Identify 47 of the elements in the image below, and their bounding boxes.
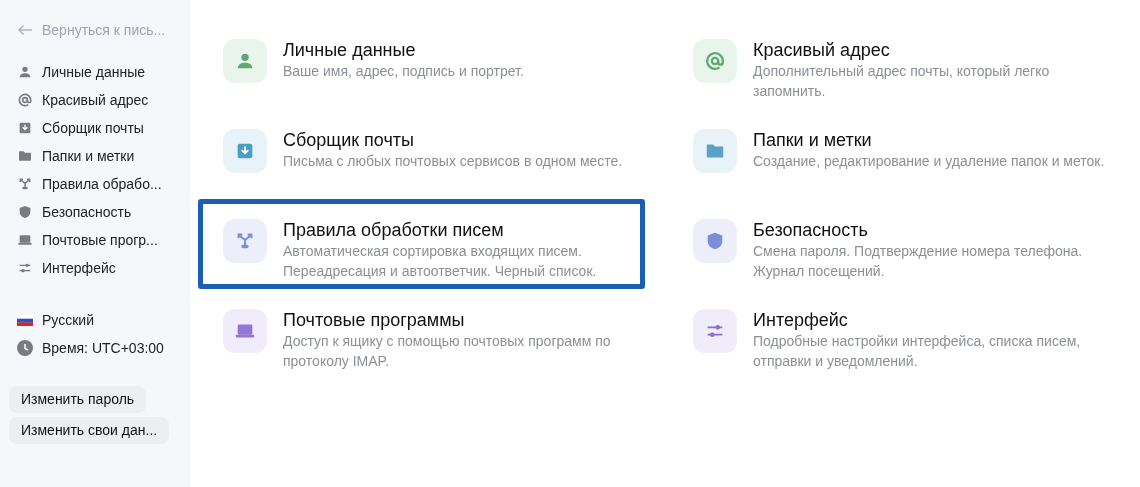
card-description: Создание, редактирование и удаление папок и меток. — [753, 152, 1106, 171]
card-title: Личные данные — [283, 39, 417, 61]
settings-card[interactable]: Безопасность Смена пароля. Подтверждение номера телефона. Журнал посещений. — [668, 199, 1115, 289]
card-description: Смена пароля. Подтверждение номера телефона. Журнал посещений. — [753, 242, 1084, 281]
laptop-icon — [17, 232, 33, 248]
inbox-download-icon — [17, 120, 33, 136]
card-title: Почтовые программы — [283, 309, 466, 331]
sidebar-item[interactable]: Папки и метки — [17, 142, 182, 170]
settings-card[interactable]: Интерфейс Подробные настройки интерфейса, списка писем, отправки и уведомлений. — [668, 289, 1115, 379]
settings-card[interactable]: Красивый адрес Дополнительный адрес почты, который легко запомнить. — [668, 19, 1115, 109]
sidebar-item[interactable]: Сборщик почты — [17, 114, 182, 142]
timezone-item[interactable]: Время: UTC+03:00 — [17, 334, 182, 362]
card-title: Безопасность — [753, 219, 869, 241]
clock-icon — [17, 340, 33, 356]
sidebar-item[interactable]: Интерфейс — [17, 254, 182, 282]
card-title: Сборщик почты — [283, 129, 415, 151]
settings-card[interactable]: Правила обработки писем Автоматическая сортировка входящих писем. Переадресация и автоответчик. Черный список. — [198, 199, 645, 289]
sidebar-button[interactable]: Изменить пароль — [9, 386, 147, 413]
sidebar-item[interactable]: Безопасность — [17, 198, 182, 226]
sidebar-item[interactable]: Личные данные — [17, 58, 182, 86]
at-sign-icon — [704, 50, 726, 72]
card-title: Красивый адрес — [753, 39, 891, 61]
settings-card[interactable]: Личные данные Ваше имя, адрес, подпись и портрет. — [198, 19, 645, 109]
folder-icon — [17, 148, 33, 164]
card-description: Дополнительный адрес почты, который легко запомнить. — [753, 62, 1051, 101]
language-item[interactable]: Русский — [17, 306, 182, 334]
person-icon — [17, 64, 33, 80]
settings-card[interactable]: Папки и метки Создание, редактирование и удаление папок и меток. — [668, 109, 1115, 199]
card-title: Правила обработки писем — [283, 219, 505, 241]
sidebar-item[interactable]: Почтовые прогр... — [17, 226, 182, 254]
back-arrow-icon — [17, 24, 33, 36]
card-description: Письма с любых почтовых сервисов в одном месте. — [283, 152, 624, 171]
at-sign-icon — [17, 92, 33, 108]
settings-card[interactable]: Сборщик почты Письма с любых почтовых сервисов в одном месте. — [198, 109, 645, 199]
card-title: Интерфейс — [753, 309, 849, 331]
shield-icon — [17, 204, 33, 220]
russian-flag-icon — [17, 314, 33, 326]
card-description: Доступ к ящику с помощью почтовых программ по протоколу IMAP. — [283, 332, 612, 371]
fork-arrows-icon — [17, 176, 33, 192]
card-description: Ваше имя, адрес, подпись и портрет. — [283, 62, 525, 81]
sidebar-item[interactable]: Правила обрабо... — [17, 170, 182, 198]
settings-card[interactable]: Почтовые программы Доступ к ящику с помощью почтовых программ по протоколу IMAP. — [198, 289, 645, 379]
sidebar-item[interactable]: Красивый адрес — [17, 86, 182, 114]
card-title: Папки и метки — [753, 129, 873, 151]
sidebar-button[interactable]: Изменить свои дан... — [9, 417, 170, 444]
card-description: Подробные настройки интерфейса, списка писем, отправки и уведомлений. — [753, 332, 1082, 371]
card-description: Автоматическая сортировка входящих писем. Переадресация и автоответчик. Черный список. — [283, 242, 598, 281]
